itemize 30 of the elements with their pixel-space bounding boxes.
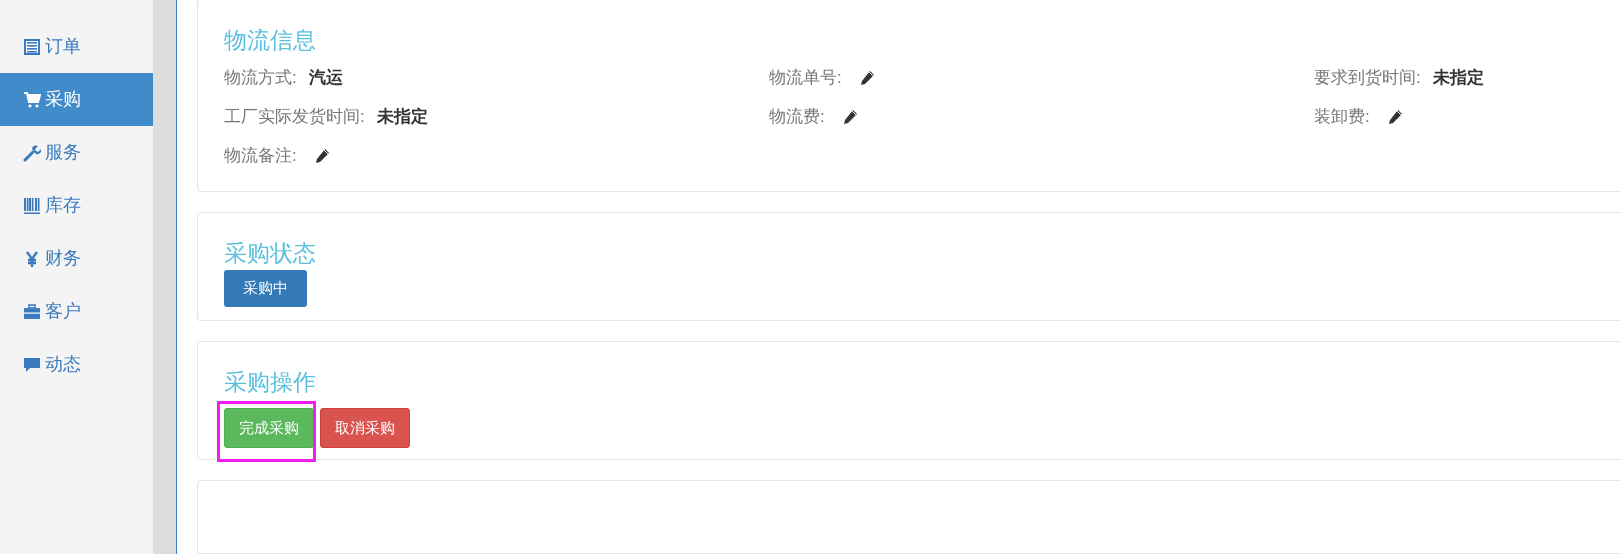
sidebar-item[interactable]: 库存	[0, 179, 153, 232]
list-icon	[23, 37, 41, 56]
section-title: 采购操作	[224, 367, 317, 397]
field-value: 未指定	[376, 105, 428, 128]
speech-bubble-icon	[23, 355, 41, 374]
yen-icon	[23, 249, 41, 268]
sidebar-item[interactable]: 动态	[0, 338, 153, 391]
action-button[interactable]: 完成采购	[224, 407, 314, 449]
cart-icon	[23, 90, 41, 109]
sidebar-item[interactable]: 财务	[0, 232, 153, 285]
sidebar-item[interactable]: 客户	[0, 285, 153, 338]
briefcase-icon	[23, 302, 41, 321]
wrench-icon	[23, 143, 41, 162]
barcode-icon	[23, 196, 41, 215]
status-badge: 采购中	[224, 270, 307, 307]
sidebar-item[interactable]: 服务	[0, 126, 153, 179]
field-value: 未指定	[1432, 66, 1484, 89]
field-label: 物流单号:	[769, 66, 842, 89]
field-label: 物流方式:	[224, 66, 297, 89]
action-button[interactable]: 取消采购	[320, 407, 410, 449]
field-label: 要求到货时间:	[1314, 66, 1421, 89]
sidebar-item[interactable]: 订单	[0, 20, 153, 73]
field-value: 汽运	[308, 66, 343, 89]
field-label: 物流备注:	[224, 144, 297, 167]
sidebar-item[interactable]: 采购	[0, 73, 153, 126]
section-title: 采购状态	[224, 239, 317, 269]
section-title: 物流信息	[224, 26, 317, 55]
field-label: 工厂实际发货时间:	[224, 105, 365, 128]
field-label: 物流费:	[769, 105, 825, 128]
field-label: 装卸费:	[1314, 105, 1370, 128]
